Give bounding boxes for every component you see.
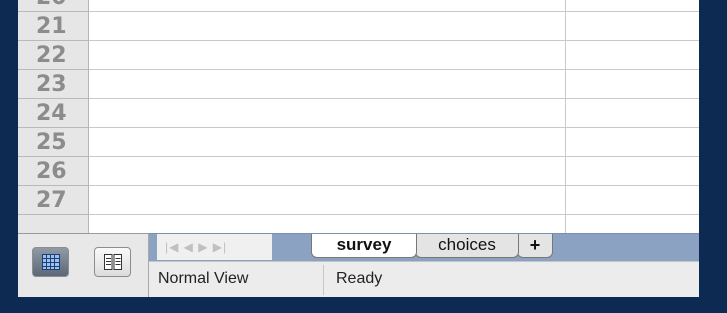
row-25[interactable]: 25 xyxy=(18,128,699,157)
add-sheet-button[interactable]: + xyxy=(517,234,553,258)
row-23[interactable]: 23 xyxy=(18,70,699,99)
row-number[interactable]: 25 xyxy=(18,128,88,157)
sheet-nav-arrows[interactable]: |◀ ◀ ▶ ▶| xyxy=(157,234,272,260)
row-22[interactable]: 22 xyxy=(18,41,699,70)
status-ready: Ready xyxy=(336,270,383,287)
row-number[interactable]: 27 xyxy=(18,186,88,215)
spreadsheet-window: 20 21 22 23 24 25 26 27 xyxy=(18,0,699,297)
row-number[interactable]: 20 xyxy=(18,0,88,12)
row-gridline xyxy=(89,214,699,215)
tab-choices[interactable]: choices xyxy=(415,234,519,258)
row-20[interactable]: 20 xyxy=(18,0,699,12)
column-gridline xyxy=(565,0,566,233)
view-mode-label: Normal View xyxy=(158,270,249,287)
sheet-tab-bar: |◀ ◀ ▶ ▶| survey choices + xyxy=(149,233,699,261)
row-24[interactable]: 24 xyxy=(18,99,699,128)
row-26[interactable]: 26 xyxy=(18,157,699,186)
row-number[interactable]: 26 xyxy=(18,157,88,186)
status-bar: Normal View Ready xyxy=(149,261,699,297)
row-number[interactable]: 22 xyxy=(18,41,88,70)
row-number[interactable]: 21 xyxy=(18,12,88,41)
view-switcher xyxy=(18,233,149,297)
grid-icon xyxy=(42,254,60,270)
row-number[interactable]: 23 xyxy=(18,70,88,99)
normal-view-button[interactable] xyxy=(32,247,69,277)
row-number[interactable]: 24 xyxy=(18,99,88,128)
status-divider xyxy=(323,265,324,295)
page-layout-view-button[interactable] xyxy=(94,247,131,277)
row-21[interactable]: 21 xyxy=(18,12,699,41)
page-layout-icon xyxy=(104,254,122,270)
row-27[interactable]: 27 xyxy=(18,186,699,215)
tab-survey[interactable]: survey xyxy=(311,234,417,258)
